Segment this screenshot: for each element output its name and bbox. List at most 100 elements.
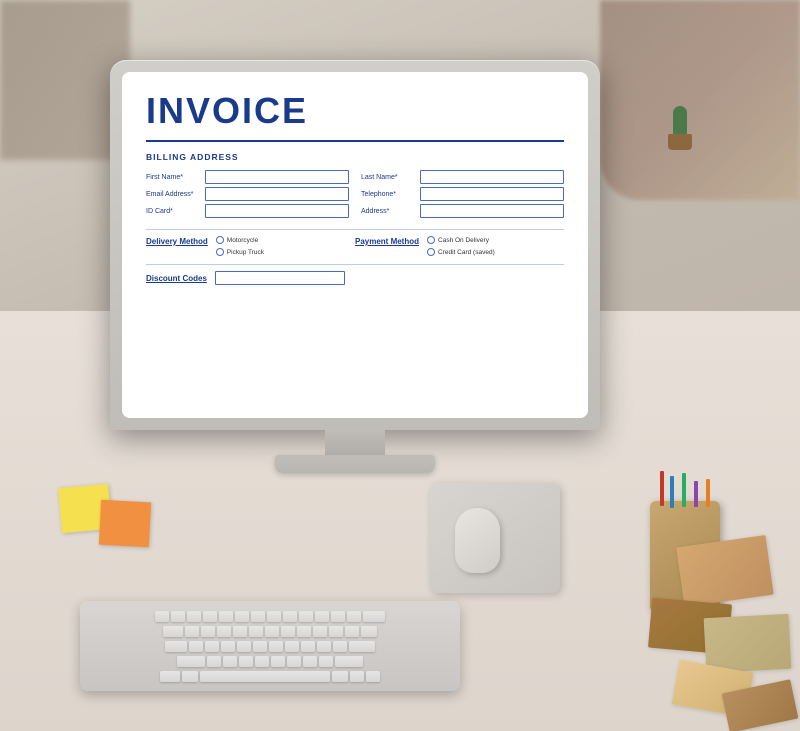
motorcycle-option[interactable]: Motorcycle: [216, 236, 264, 244]
credit-card-radio[interactable]: [427, 248, 435, 256]
telephone-label: Telephone*: [361, 191, 416, 198]
key: [329, 626, 343, 637]
key: [253, 641, 267, 652]
motorcycle-radio[interactable]: [216, 236, 224, 244]
payment-method-label: Payment Method: [355, 237, 419, 246]
discount-label: Discount Codes: [146, 274, 207, 283]
keyboard: [80, 601, 460, 691]
key: [201, 626, 215, 637]
key: [269, 641, 283, 652]
form-divider: [146, 229, 564, 230]
wood-sample-1: [676, 535, 773, 607]
key-arrow-right: [366, 671, 380, 682]
key: [331, 611, 345, 622]
key: [287, 656, 301, 667]
key: [155, 611, 169, 622]
key: [203, 611, 217, 622]
form-divider-2: [146, 264, 564, 265]
pen-orange: [706, 479, 710, 507]
key: [207, 656, 221, 667]
key-enter: [349, 641, 375, 652]
telephone-input[interactable]: [420, 187, 564, 201]
key: [345, 626, 359, 637]
key: [251, 611, 265, 622]
monitor-base: [275, 455, 435, 473]
key: [267, 611, 281, 622]
key: [255, 656, 269, 667]
first-name-label: First Name*: [146, 174, 201, 181]
key: [271, 656, 285, 667]
email-label: Email Address*: [146, 191, 201, 198]
pen-red: [660, 471, 664, 506]
payment-method-section: Payment Method Cash On Delivery Credit C…: [355, 236, 564, 256]
pickup-truck-radio[interactable]: [216, 248, 224, 256]
mouse: [455, 508, 500, 573]
billing-address-header: BILLING ADDRESS: [146, 152, 564, 162]
key-alt: [182, 671, 198, 682]
keyboard-row-3: [165, 641, 375, 652]
keyboard-row-1: [155, 611, 385, 622]
key: [347, 611, 361, 622]
key: [265, 626, 279, 637]
key: [297, 626, 311, 637]
key: [283, 611, 297, 622]
delivery-method-label: Delivery Method: [146, 237, 208, 246]
key: [313, 626, 327, 637]
wood-samples: [550, 531, 800, 731]
key: [281, 626, 295, 637]
credit-card-label: Credit Card (saved): [438, 249, 495, 256]
discount-input[interactable]: [215, 271, 345, 285]
pen-green: [682, 473, 686, 507]
first-name-row: First Name* Email Address* ID Card*: [146, 170, 349, 221]
last-name-label: Last Name*: [361, 174, 416, 181]
last-name-input[interactable]: [420, 170, 564, 184]
key: [185, 626, 199, 637]
form-fields-grid: First Name* Email Address* ID Card*: [146, 170, 564, 221]
key: [233, 626, 247, 637]
methods-row: Delivery Method Motorcycle Pickup Truck: [146, 236, 564, 256]
first-name-input[interactable]: [205, 170, 349, 184]
bg-items-right: [600, 0, 800, 200]
email-input[interactable]: [205, 187, 349, 201]
key-ctrl: [160, 671, 180, 682]
pen-purple: [694, 481, 698, 507]
pickup-truck-option[interactable]: Pickup Truck: [216, 248, 264, 256]
monitor: INVOICE BILLING ADDRESS First Name*: [110, 60, 600, 470]
key: [319, 656, 333, 667]
credit-card-option[interactable]: Credit Card (saved): [427, 248, 495, 256]
cash-on-delivery-option[interactable]: Cash On Delivery: [427, 236, 495, 244]
sticky-note-orange: [99, 500, 151, 548]
monitor-neck: [325, 430, 385, 455]
key: [317, 641, 331, 652]
keyboard-row-5: [160, 671, 380, 682]
key: [301, 641, 315, 652]
key: [187, 611, 201, 622]
key: [189, 641, 203, 652]
key: [333, 641, 347, 652]
key: [205, 641, 219, 652]
id-card-label: ID Card*: [146, 208, 201, 215]
delivery-radio-group: Motorcycle Pickup Truck: [216, 236, 264, 256]
key-shift-left: [177, 656, 205, 667]
monitor-screen: INVOICE BILLING ADDRESS First Name*: [122, 72, 588, 418]
keyboard-row-2: [163, 626, 377, 637]
key: [221, 641, 235, 652]
key: [299, 611, 313, 622]
address-input[interactable]: [420, 204, 564, 218]
key-backspace: [363, 611, 385, 622]
motorcycle-label: Motorcycle: [227, 237, 258, 244]
key: [303, 656, 317, 667]
pickup-truck-label: Pickup Truck: [227, 249, 264, 256]
key: [285, 641, 299, 652]
last-name-column: Last Name* Telephone* Address*: [361, 170, 564, 221]
cash-on-delivery-radio[interactable]: [427, 236, 435, 244]
key-spacebar: [200, 671, 330, 682]
invoice-form: INVOICE BILLING ADDRESS First Name*: [122, 72, 588, 418]
id-card-input[interactable]: [205, 204, 349, 218]
cash-on-delivery-label: Cash On Delivery: [438, 237, 489, 244]
desk-scene: INVOICE BILLING ADDRESS First Name*: [0, 0, 800, 731]
invoice-title: INVOICE: [146, 90, 564, 132]
key: [219, 611, 233, 622]
keyboard-row-4: [177, 656, 363, 667]
key: [239, 656, 253, 667]
